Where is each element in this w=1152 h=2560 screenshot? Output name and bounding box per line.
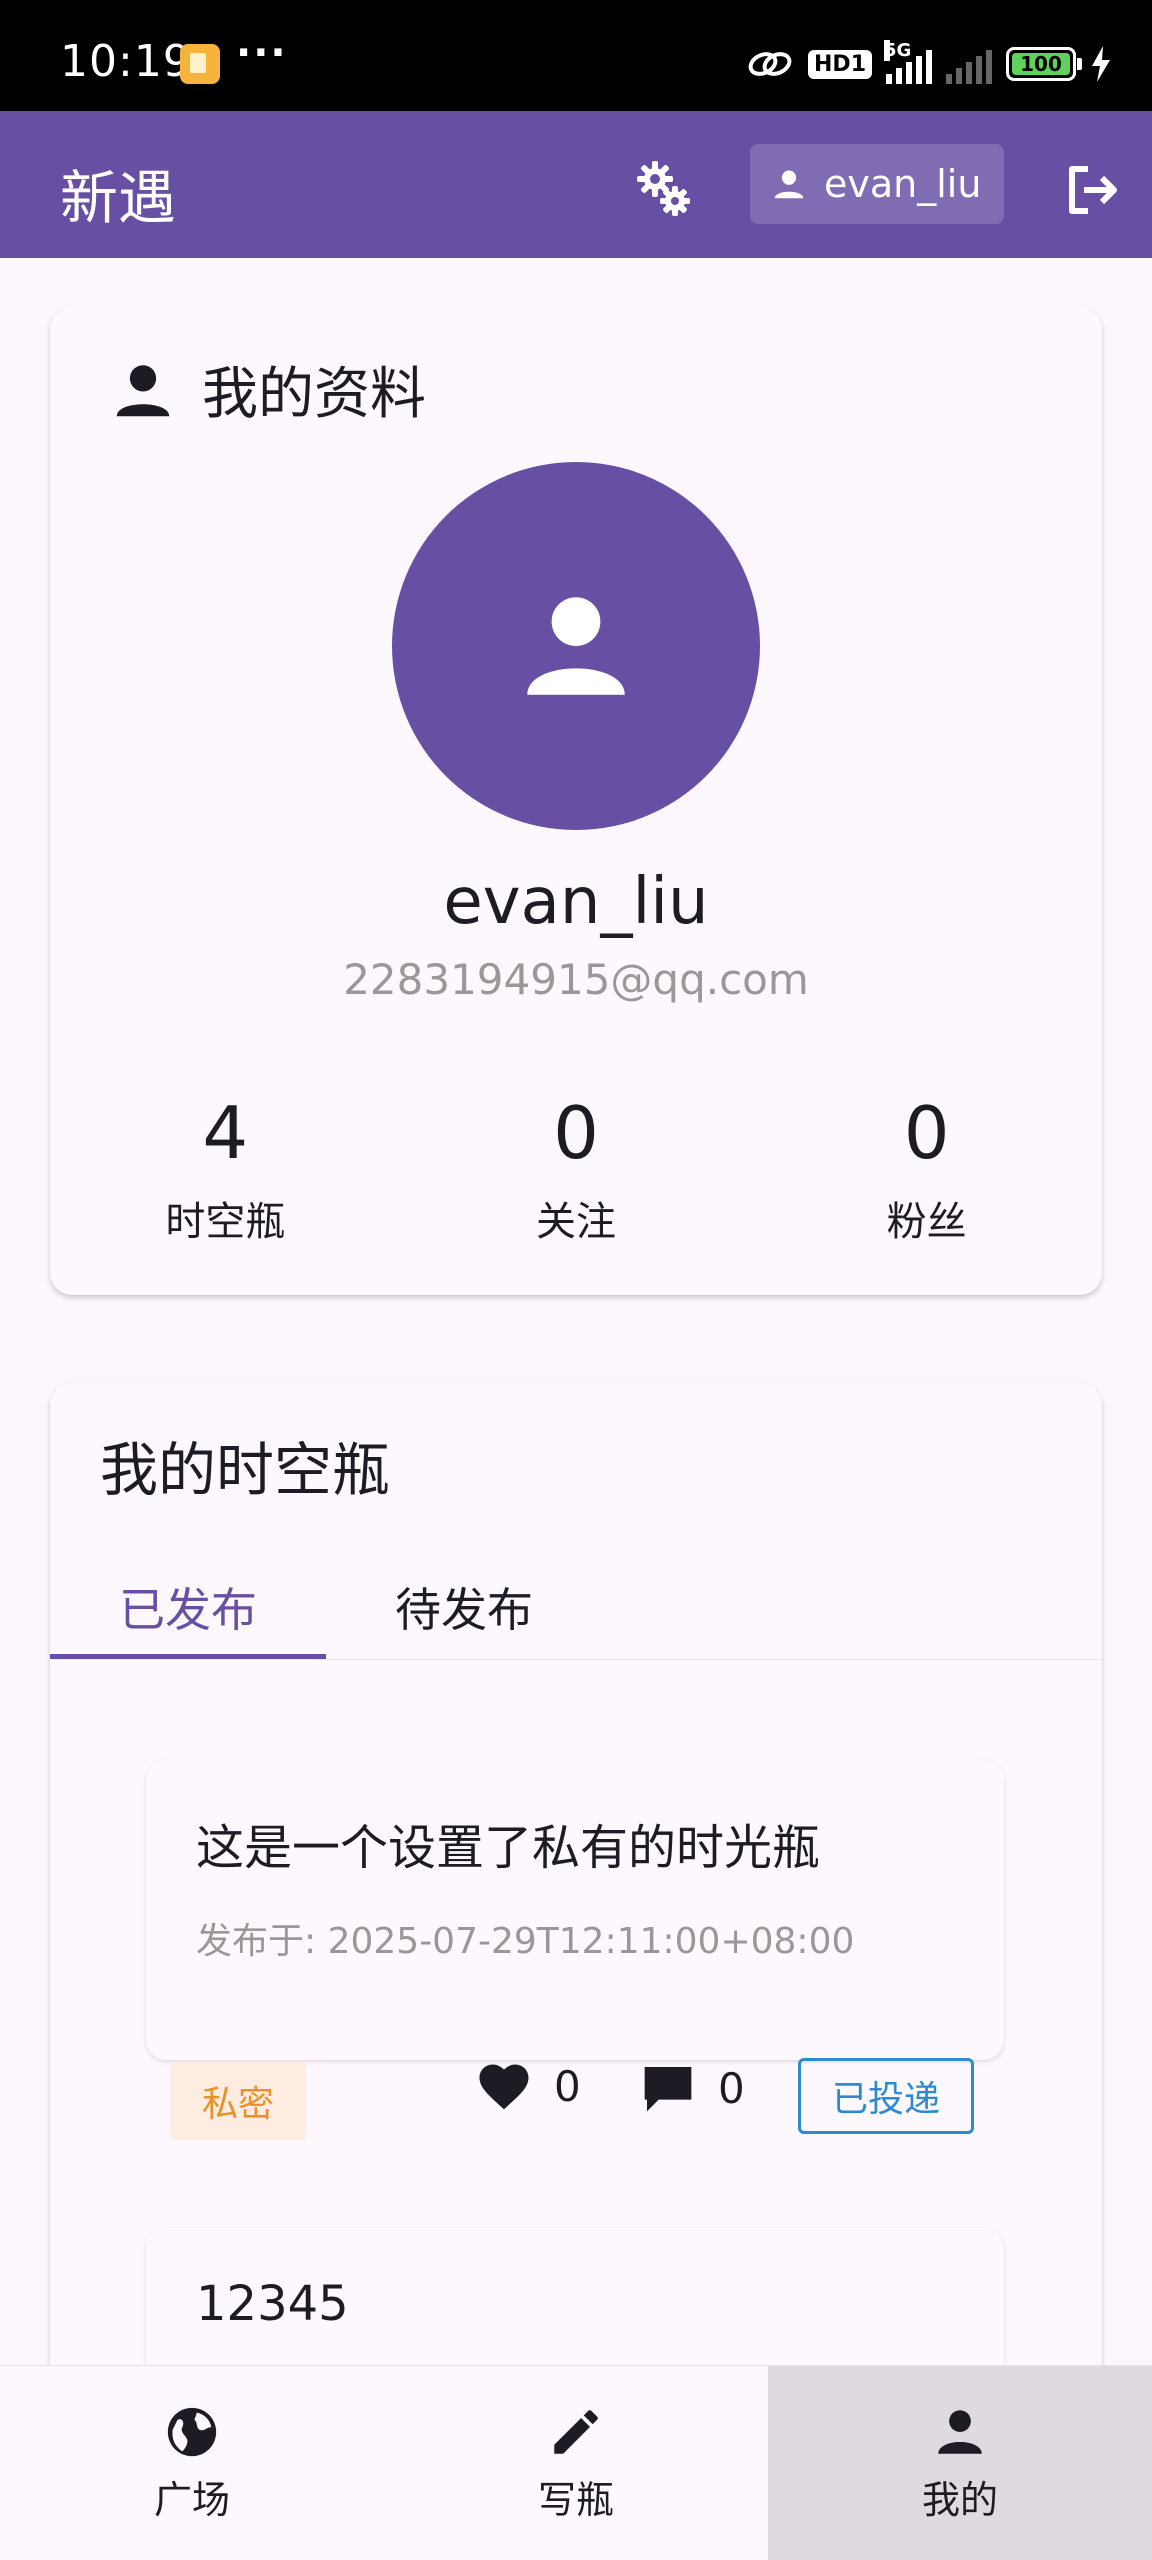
- signal-strength-icon: 5G: [884, 40, 932, 84]
- status-bar: 10:19 ··· HD1 5G 100: [0, 0, 1152, 111]
- stat-label: 时空瓶: [165, 1199, 286, 1245]
- logout-button[interactable]: [1058, 155, 1128, 225]
- stat-value: 0: [553, 1091, 599, 1175]
- battery-icon: 100: [1006, 47, 1082, 81]
- profile-card: 我的资料 evan_liu 2283194915@qq.com 4 时空瓶 0 …: [50, 307, 1102, 1295]
- app-bar: 新遇 evan_liu: [0, 111, 1152, 258]
- stat-value: 0: [903, 1091, 950, 1175]
- comment-button[interactable]: 0: [640, 2060, 745, 2116]
- person-icon: [527, 597, 625, 695]
- nav-item-write[interactable]: 写瓶: [384, 2366, 768, 2560]
- more-notifications-icon: ···: [236, 30, 288, 76]
- nav-item-plaza[interactable]: 广场: [0, 2366, 384, 2560]
- bottle-text: 这是一个设置了私有的时光瓶: [196, 1820, 821, 1876]
- globe-icon: [167, 2407, 217, 2456]
- person-icon: [116, 364, 170, 416]
- like-count: 0: [554, 2061, 581, 2111]
- settings-button[interactable]: [630, 155, 700, 225]
- stat-bottles[interactable]: 4 时空瓶: [50, 1097, 401, 1247]
- person-icon: [774, 170, 804, 199]
- status-time: 10:19: [60, 36, 192, 87]
- heart-icon: [479, 2064, 529, 2110]
- privacy-badge: 私密: [170, 2062, 306, 2140]
- bottle-item[interactable]: 这是一个设置了私有的时光瓶 发布于: 2025-07-29T12:11:00+0…: [146, 1760, 1004, 2140]
- hd-badge: HD1: [808, 49, 872, 79]
- profile-name: evan_liu: [443, 865, 709, 939]
- app-title: 新遇: [60, 164, 177, 232]
- bottle-text: 12345: [196, 2276, 349, 2332]
- profile-header: 我的资料: [108, 349, 426, 430]
- tab-pending[interactable]: 待发布: [326, 1555, 602, 1659]
- signal-strength-secondary-icon: [946, 44, 992, 84]
- notification-app-icon: [180, 44, 220, 84]
- user-chip-name: evan_liu: [824, 162, 982, 206]
- avatar[interactable]: [392, 462, 760, 830]
- profile-email: 2283194915@qq.com: [343, 955, 809, 1004]
- logout-icon: [1069, 166, 1117, 214]
- delivery-status-tag: 已投递: [798, 2058, 974, 2134]
- nav-item-mine[interactable]: 我的: [768, 2366, 1152, 2560]
- stat-followers[interactable]: 0 粉丝: [751, 1097, 1102, 1247]
- comment-count: 0: [718, 2063, 745, 2113]
- charging-icon: [1092, 46, 1110, 82]
- bottle-date: 发布于: 2025-07-29T12:11:00+08:00: [196, 1921, 855, 1962]
- nav-label: 我的: [921, 2477, 998, 2522]
- user-chip[interactable]: evan_liu: [750, 144, 1004, 224]
- person-icon: [938, 2409, 982, 2454]
- tab-divider: [50, 1659, 1102, 1660]
- bottom-navigation: 广场 写瓶 我的: [0, 2365, 1152, 2560]
- like-button[interactable]: 0: [476, 2060, 581, 2112]
- comment-icon: [644, 2067, 692, 2112]
- nav-label: 广场: [153, 2477, 230, 2522]
- profile-stats: 4 时空瓶 0 关注 0 粉丝: [50, 1097, 1102, 1247]
- status-indicators: HD1 5G 100: [746, 40, 1112, 88]
- stat-value: 4: [202, 1091, 249, 1175]
- stat-label: 粉丝: [886, 1199, 967, 1245]
- tab-label: 待发布: [395, 1583, 533, 1637]
- tab-label: 已发布: [119, 1583, 257, 1637]
- bottles-section-title: 我的时空瓶: [100, 1436, 391, 1504]
- gears-icon: [637, 161, 690, 216]
- bottles-tabs: 已发布 待发布: [50, 1555, 1102, 1660]
- stat-label: 关注: [536, 1199, 616, 1245]
- pencil-icon: [554, 2409, 598, 2454]
- link-icon: [748, 52, 792, 76]
- profile-section-title: 我的资料: [202, 362, 426, 427]
- network-type: 5G: [884, 40, 912, 61]
- battery-level: 100: [1012, 53, 1070, 75]
- tab-published[interactable]: 已发布: [50, 1555, 326, 1659]
- nav-label: 写瓶: [537, 2477, 614, 2522]
- stat-following[interactable]: 0 关注: [401, 1097, 752, 1247]
